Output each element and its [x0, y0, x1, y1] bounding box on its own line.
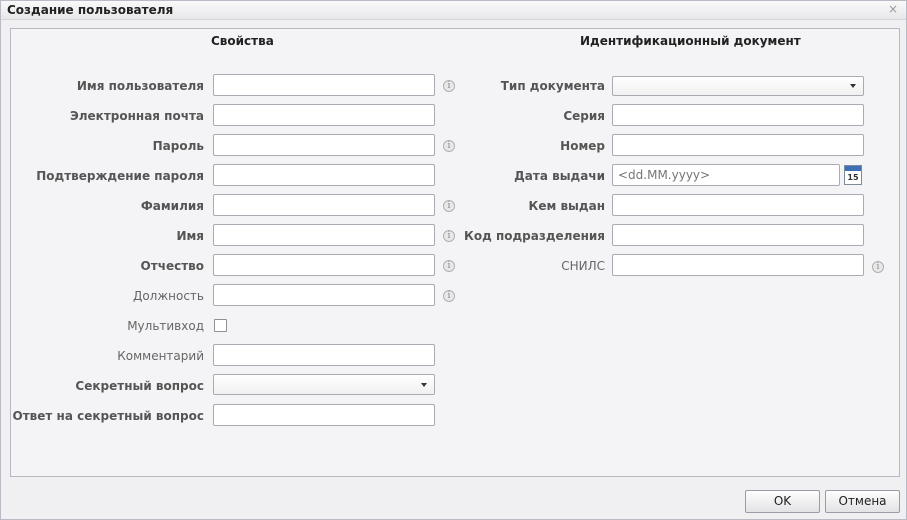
lastname-info-icon[interactable]: i — [443, 200, 455, 212]
form-panel: Свойства Имя пользователя i Электронная … — [10, 28, 900, 477]
email-label: Электронная почта — [69, 109, 204, 123]
position-info-icon[interactable]: i — [443, 290, 455, 302]
secret-question-select[interactable] — [213, 374, 435, 395]
properties-heading: Свойства — [211, 34, 274, 48]
position-label: Должность — [132, 289, 204, 303]
secret-answer-input[interactable] — [213, 404, 435, 426]
secret-answer-label: Ответ на секретный вопрос — [12, 409, 204, 423]
cancel-button[interactable]: Отмена — [825, 490, 900, 513]
firstname-info-icon[interactable]: i — [443, 230, 455, 242]
division-code-input[interactable] — [612, 224, 864, 246]
lastname-label: Фамилия — [140, 199, 204, 213]
position-input[interactable] — [213, 284, 435, 306]
close-icon[interactable]: × — [888, 2, 898, 16]
multilogin-checkbox[interactable] — [214, 319, 227, 332]
create-user-dialog: Создание пользователя × Свойства Имя пол… — [0, 0, 907, 520]
chevron-down-icon — [421, 383, 427, 387]
password-confirm-input[interactable] — [213, 164, 435, 186]
patronymic-label: Отчество — [140, 259, 204, 273]
titlebar: Создание пользователя × — [1, 1, 906, 20]
multilogin-label: Мультивход — [127, 319, 204, 333]
calendar-icon-day: 15 — [847, 173, 859, 182]
issue-date-label: Дата выдачи — [514, 169, 605, 183]
document-heading: Идентификационный документ — [580, 34, 801, 48]
patronymic-input[interactable] — [213, 254, 435, 276]
snils-input[interactable] — [612, 254, 864, 276]
secret-question-label: Секретный вопрос — [75, 379, 204, 393]
firstname-input[interactable] — [213, 224, 435, 246]
issued-by-label: Кем выдан — [528, 199, 605, 213]
dialog-title: Создание пользователя — [7, 3, 174, 17]
issued-by-input[interactable] — [612, 194, 864, 216]
comment-input[interactable] — [213, 344, 435, 366]
issue-date-input[interactable] — [612, 164, 840, 186]
password-confirm-label: Подтверждение пароля — [36, 169, 204, 183]
snils-info-icon[interactable]: i — [872, 261, 884, 273]
doc-number-label: Номер — [560, 139, 605, 153]
division-code-label: Код подразделения — [464, 229, 605, 243]
password-label: Пароль — [152, 139, 204, 153]
lastname-input[interactable] — [213, 194, 435, 216]
username-info-icon[interactable]: i — [443, 80, 455, 92]
doc-number-input[interactable] — [612, 134, 864, 156]
calendar-icon[interactable]: 15 — [844, 165, 862, 185]
doc-type-select[interactable] — [612, 76, 864, 96]
chevron-down-icon — [850, 84, 856, 88]
ok-button[interactable]: OK — [745, 490, 820, 513]
password-input[interactable] — [213, 134, 435, 156]
firstname-label: Имя — [176, 229, 204, 243]
password-info-icon[interactable]: i — [443, 140, 455, 152]
snils-label: СНИЛС — [561, 259, 605, 273]
username-input[interactable] — [213, 74, 435, 96]
patronymic-info-icon[interactable]: i — [443, 260, 455, 272]
doc-type-label: Тип документа — [500, 79, 605, 93]
doc-series-input[interactable] — [612, 104, 864, 126]
comment-label: Комментарий — [117, 349, 204, 363]
username-label: Имя пользователя — [76, 79, 204, 93]
email-input[interactable] — [213, 104, 435, 126]
doc-series-label: Серия — [563, 109, 605, 123]
